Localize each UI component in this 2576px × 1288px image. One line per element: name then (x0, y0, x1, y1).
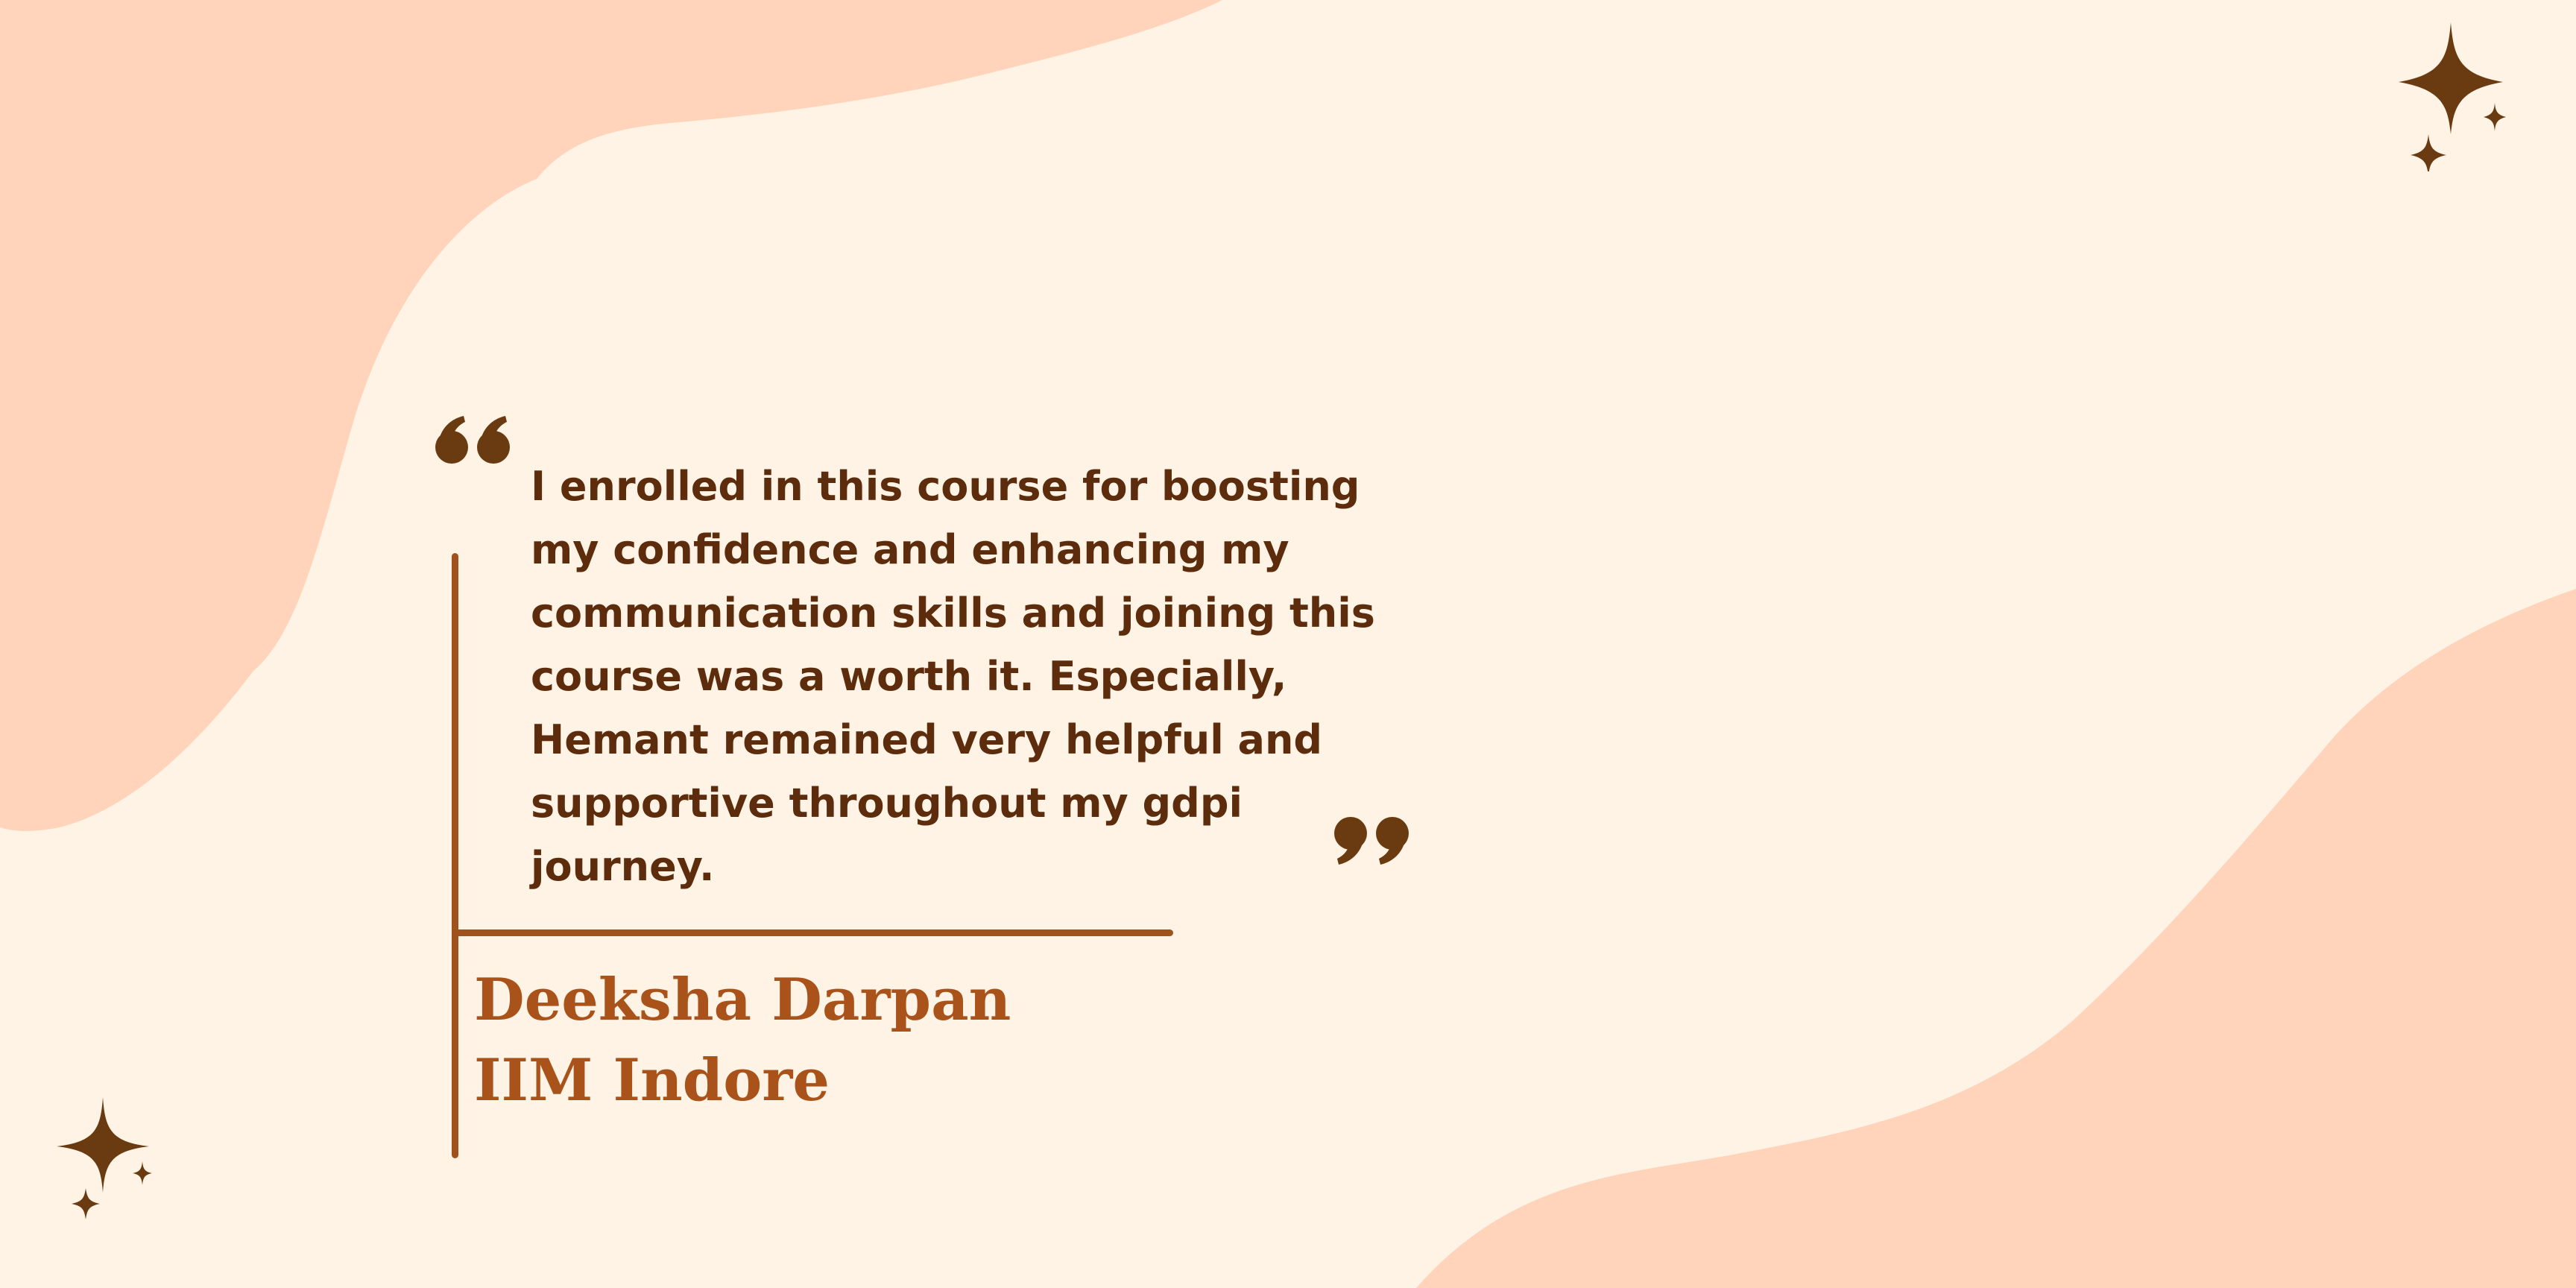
sparkle-icon-top-right (2399, 22, 2506, 171)
author-name: Deeksha Darpan (474, 966, 1011, 1034)
opening-quote-icon (435, 416, 510, 464)
horizontal-divider (452, 929, 1173, 936)
vertical-divider (452, 553, 458, 1158)
testimonial-quote: I enrolled in this course for boosting m… (531, 463, 1375, 890)
bottom-right-blob (1416, 589, 2576, 1288)
author-institution: IIM Indore (474, 1046, 830, 1114)
sparkle-icon-bottom-left (57, 1097, 152, 1219)
